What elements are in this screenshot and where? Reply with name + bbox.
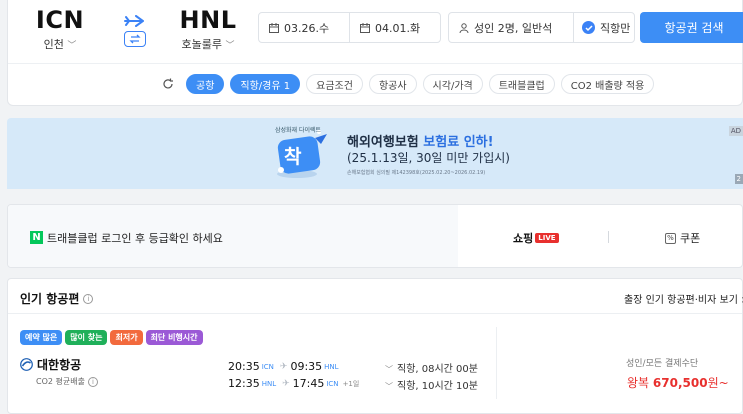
check-icon [582,21,595,34]
airline-name: 대한항공 [37,358,82,372]
person-icon [459,22,469,33]
coupon-link[interactable]: % 쿠폰 [665,230,700,246]
popular-flights-section: 인기 항공편 i 출장 인기 항공편·비자 보기 > 예약 많은 많이 찾는 최… [7,278,743,414]
return-duration[interactable]: ﹀ 직항, 10시간 10분 [385,377,478,392]
price-suffix: 원~ [707,376,729,390]
duration-text: 직항, 08시간 00분 [397,364,478,375]
departure-airport: ICN [261,362,274,371]
korean-air-logo [20,358,33,371]
login-prompt-area[interactable]: N 트래블클럽 로그인 후 등급확인 하세요 [8,205,458,267]
direct-only-label: 직항만 [600,21,631,35]
insurance-ad-banner[interactable]: 삼성화재 다이렉트 착 해외여행보험 보험료 인하! (25.1.13일, 30… [7,118,743,189]
chevron-down-icon: ﹀ [67,41,77,51]
return-date: 04.01.화 [375,21,421,35]
passenger-field[interactable]: 성인 2명, 일반석 [448,12,574,43]
arrival-airport: ICN [326,379,339,388]
flight-tags: 예약 많은 많이 찾는 최저가 최단 비행시간 [20,330,203,345]
arrival-time: 09:35 [290,360,323,373]
calendar-icon [269,22,279,33]
shopping-live-link[interactable]: 쇼핑 LIVE [513,230,559,246]
departure-time: 20:35 [228,360,260,373]
banner-fine-print: 손해보험협회 심의필 제142398호(2025.02.20~2026.02.1… [347,170,486,176]
filter-chip[interactable]: 직항/경유 1 [230,74,301,94]
destination-airport[interactable]: HNL 호놀룰루 ﹀ [173,6,243,52]
filter-bar: 공항 직항/경유 1 요금조건 항공사 시각/가격 트래블클럽 CO2 배출량 … [158,74,655,94]
round-trip-price[interactable]: 왕복 670,500원~ [627,374,729,391]
divider [496,327,497,399]
duration-text: 직항, 10시간 10분 [397,381,478,392]
plane-icon [124,12,145,31]
banner-subtitle: (25.1.13일, 30일 미만 가입시) [347,151,510,165]
co2-label: CO2 평균배출 [36,377,85,386]
tag-most-booked: 예약 많은 [20,330,63,345]
divider [608,231,609,243]
ad-tag: AD [728,126,743,136]
departure-date-field[interactable]: 03.26.수 [258,12,350,43]
divider [8,63,742,64]
price-prefix: 왕복 [627,376,653,390]
naver-logo: N [30,231,43,244]
direct-only-toggle[interactable]: 직항만 [573,12,635,43]
tag-shortest-time: 최단 비행시간 [145,330,203,345]
filter-chip[interactable]: CO2 배출량 적용 [560,74,655,94]
chevron-down-icon: ﹀ [225,41,235,51]
banner-page-indicator[interactable]: 2 [734,174,743,184]
banner-brand: 삼성화재 다이렉트 [275,127,322,134]
passenger-summary: 성인 2명, 일반석 [474,21,553,35]
origin-city: 인천 [43,38,64,51]
live-badge: LIVE [535,233,559,243]
calendar-icon [360,22,370,33]
swap-icon[interactable] [124,31,146,47]
price-value: 670,500 [652,376,708,390]
filter-chip[interactable]: 시각/가격 [422,74,483,94]
naver-login-bar: N 트래블클럽 로그인 후 등급확인 하세요 쇼핑 LIVE % 쿠폰 [7,204,743,268]
outbound-duration[interactable]: ﹀ 직항, 08시간 00분 [385,360,478,375]
outbound-leg[interactable]: 20:35 ICN ✈ 09:35 HNL [228,360,342,373]
departure-date: 03.26.수 [284,21,330,35]
filter-chip[interactable]: 항공사 [368,74,417,94]
login-prompt-text: 트래블클럽 로그인 후 등급확인 하세요 [47,232,223,245]
return-date-field[interactable]: 04.01.화 [349,12,441,43]
refresh-icon[interactable] [158,74,178,94]
origin-airport[interactable]: ICN 인천 ﹀ [35,6,85,52]
coupon-label: 쿠폰 [680,232,701,245]
next-day-indicator: +1일 [342,379,360,388]
tag-lowest-price: 최저가 [110,330,143,345]
departure-airport: HNL [261,379,277,388]
filter-chip[interactable]: 트래블클럽 [488,74,555,94]
chevron-down-icon: ﹀ [385,365,393,374]
tag-most-searched: 많이 찾는 [65,330,108,345]
destination-code: HNL [179,6,237,34]
return-leg[interactable]: 12:35 HNL ✈ 17:45 ICN +1일 [228,377,359,390]
departure-time: 12:35 [228,377,260,390]
plane-icon: ✈ [279,361,288,372]
shopping-label: 쇼핑 [513,232,534,245]
info-icon[interactable]: i [83,293,94,304]
arrival-airport: HNL [324,362,339,371]
filter-chip[interactable]: 요금조건 [306,74,363,94]
search-flights-button[interactable]: 항공권 검색 [640,12,743,43]
price-condition: 성인/모든 결제수단 [626,359,699,369]
banner-title-highlight: 보험료 인하! [423,135,494,150]
chevron-down-icon: ﹀ [385,382,393,391]
plane-icon: ✈ [282,378,290,389]
arrival-time: 17:45 [292,377,325,390]
banner-badge-text: 착 [284,146,302,168]
filter-chip[interactable]: 공항 [186,74,225,94]
airline[interactable]: 대한항공 [20,356,81,373]
search-panel: ICN 인천 ﹀ HNL 호놀룰루 ﹀ 03.26.수 04.01.화 성인 2… [7,0,743,106]
destination-city: 호놀룰루 [181,38,222,51]
info-icon[interactable]: i [87,376,98,387]
section-title: 인기 항공편 [20,292,80,306]
banner-title: 해외여행보험 [347,135,424,150]
business-trip-link[interactable]: 출장 인기 항공편·비자 보기 > [624,291,743,306]
origin-code: ICN [35,6,85,34]
coupon-icon: % [665,232,676,244]
divider [8,313,742,314]
